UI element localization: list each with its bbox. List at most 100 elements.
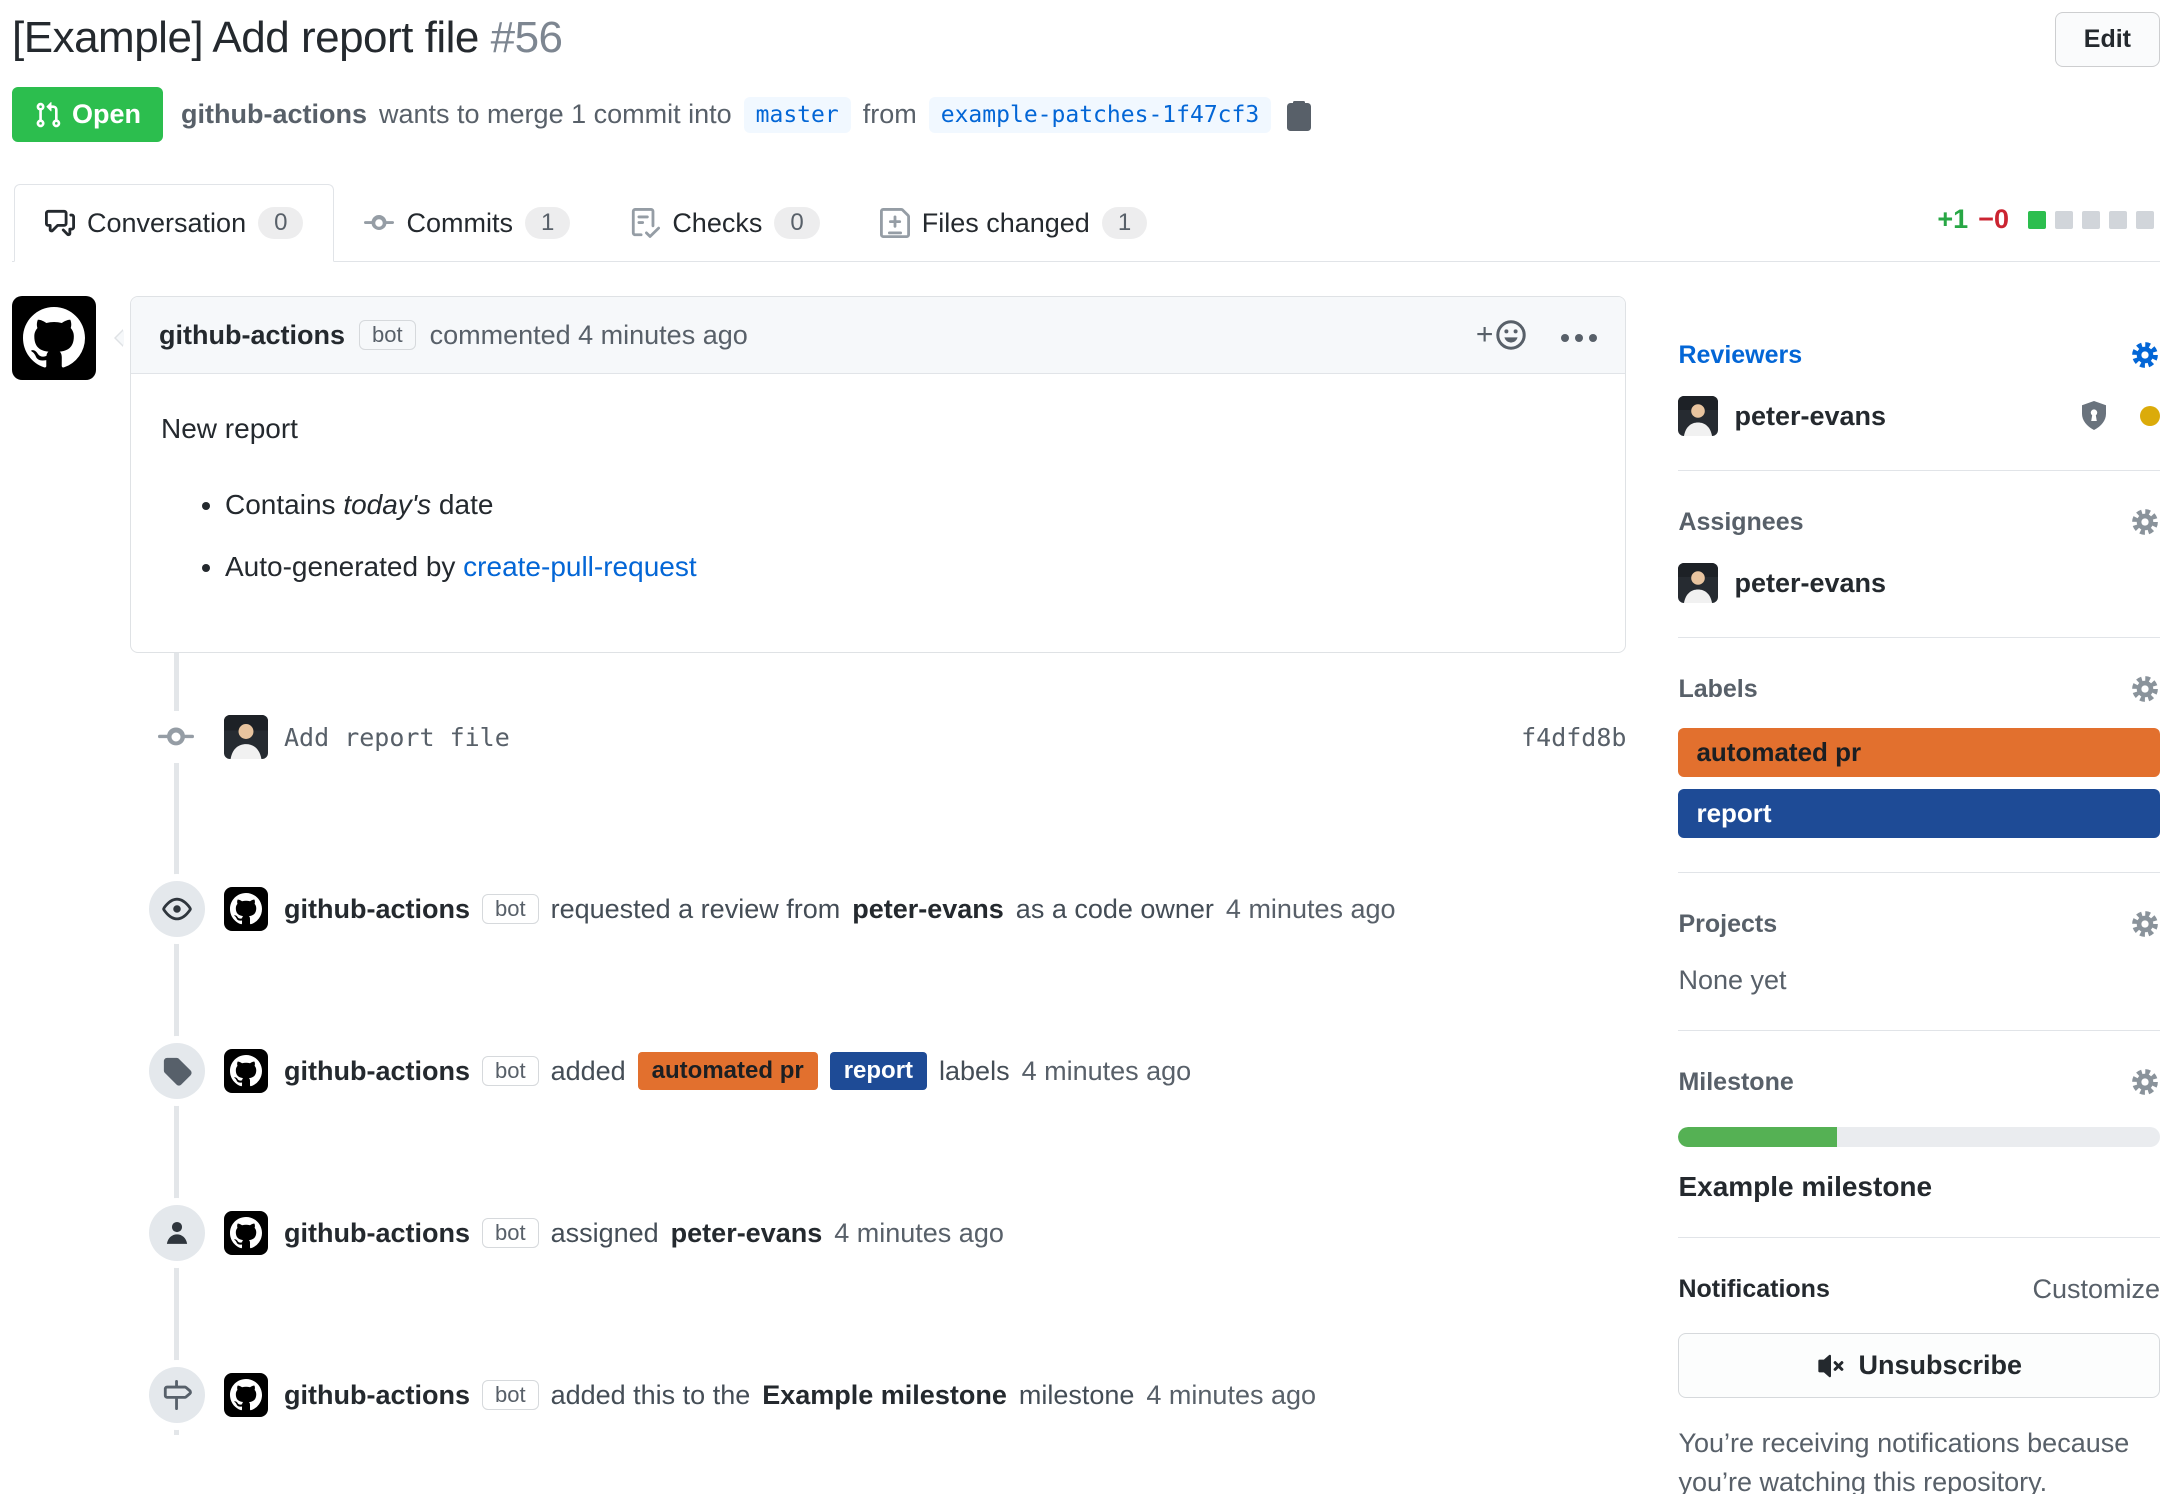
tab-count: 0 bbox=[774, 207, 819, 239]
milestone-section: Milestone Example milestone bbox=[1678, 1031, 2160, 1238]
reviewer-name[interactable]: peter-evans bbox=[1734, 401, 1886, 432]
pr-header: [Example] Add report file #56 Edit bbox=[12, 0, 2160, 67]
event-avatar[interactable] bbox=[224, 887, 268, 931]
pr-meta: Open github-actions wants to merge 1 com… bbox=[12, 87, 2160, 142]
tab-label: Conversation bbox=[87, 208, 246, 239]
pull-request-page: [Example] Add report file #56 Edit Open … bbox=[0, 0, 2172, 1494]
projects-empty-text: None yet bbox=[1678, 965, 2160, 996]
reviewers-section: Reviewers peter-evans bbox=[1678, 296, 2160, 471]
gear-icon[interactable] bbox=[2130, 507, 2160, 537]
avatar[interactable] bbox=[1678, 396, 1718, 436]
diff-block bbox=[2109, 211, 2127, 229]
tab-commits[interactable]: Commits 1 bbox=[334, 185, 600, 261]
event-time[interactable]: 4 minutes ago bbox=[1022, 1056, 1192, 1087]
add-reaction-button[interactable]: + bbox=[1476, 319, 1528, 351]
label-automated-pr[interactable]: automated pr bbox=[1678, 728, 2160, 777]
event-text: milestone bbox=[1019, 1380, 1135, 1411]
tab-label: Checks bbox=[672, 208, 762, 239]
pending-review-dot bbox=[2140, 406, 2160, 426]
commit-author-avatar[interactable] bbox=[224, 715, 268, 759]
event-target-milestone[interactable]: Example milestone bbox=[762, 1380, 1007, 1411]
tab-label: Files changed bbox=[922, 208, 1090, 239]
clipboard-copy-icon bbox=[1283, 99, 1315, 131]
tab-count: 1 bbox=[525, 207, 570, 239]
pr-author[interactable]: github-actions bbox=[181, 99, 367, 130]
italic-text: today's bbox=[343, 489, 431, 520]
event-avatar[interactable] bbox=[224, 1211, 268, 1255]
gear-icon[interactable] bbox=[2130, 674, 2160, 704]
event-time[interactable]: 4 minutes ago bbox=[834, 1218, 1004, 1249]
label-automated-pr[interactable]: automated pr bbox=[638, 1052, 818, 1090]
unsubscribe-button[interactable]: Unsubscribe bbox=[1678, 1333, 2160, 1398]
gear-icon[interactable] bbox=[2130, 1067, 2160, 1097]
event-author[interactable]: github-actions bbox=[284, 1218, 470, 1249]
milestone-progress-bar bbox=[1678, 1127, 2160, 1147]
bot-badge: bot bbox=[482, 1056, 539, 1086]
git-commit-icon bbox=[364, 208, 394, 238]
comment-header: github-actions bot commented 4 minutes a… bbox=[131, 297, 1625, 374]
assignee-row: peter-evans bbox=[1678, 563, 2160, 603]
plus-icon: + bbox=[1476, 320, 1494, 350]
event-time[interactable]: 4 minutes ago bbox=[1226, 894, 1396, 925]
bot-badge: bot bbox=[359, 320, 416, 350]
labels-heading: Labels bbox=[1678, 675, 1757, 704]
mute-icon bbox=[1816, 1351, 1846, 1381]
git-pull-request-icon bbox=[34, 101, 62, 129]
conversation-main: github-actions bot commented 4 minutes a… bbox=[12, 296, 1626, 1494]
pr-tabs: Conversation 0 Commits 1 Checks 0 Files … bbox=[12, 184, 2160, 262]
head-branch-label[interactable]: example-patches-1f47cf3 bbox=[929, 97, 1272, 133]
diff-stat: +1 −0 bbox=[1937, 204, 2160, 261]
avatar[interactable] bbox=[1678, 563, 1718, 603]
customize-link[interactable]: Customize bbox=[2032, 1274, 2160, 1305]
event-author[interactable]: github-actions bbox=[284, 894, 470, 925]
event-avatar[interactable] bbox=[224, 1373, 268, 1417]
create-pull-request-link[interactable]: create-pull-request bbox=[463, 551, 696, 582]
kebab-menu-button[interactable] bbox=[1561, 328, 1597, 342]
octocat-icon bbox=[23, 307, 85, 369]
event-author[interactable]: github-actions bbox=[284, 1056, 470, 1087]
event-avatar[interactable] bbox=[224, 1049, 268, 1093]
copy-branch-button[interactable] bbox=[1283, 99, 1315, 131]
state-label: Open bbox=[72, 99, 141, 130]
label-report[interactable]: report bbox=[1678, 789, 2160, 838]
person-icon bbox=[149, 1205, 205, 1261]
commit-message[interactable]: Add report file bbox=[284, 723, 510, 752]
comment-body: New report Contains today's date Auto-ge… bbox=[131, 374, 1625, 652]
eye-icon bbox=[149, 881, 205, 937]
tab-count: 0 bbox=[258, 207, 303, 239]
comment-author-avatar[interactable] bbox=[12, 296, 96, 380]
comment-actions: + bbox=[1476, 319, 1598, 351]
checklist-icon bbox=[630, 208, 660, 238]
label-report[interactable]: report bbox=[830, 1052, 927, 1090]
edit-button[interactable]: Edit bbox=[2055, 12, 2160, 67]
commit-sha[interactable]: f4dfd8b bbox=[1521, 723, 1626, 752]
assignee-name[interactable]: peter-evans bbox=[1734, 568, 1886, 599]
timeline-event-labels-added: github-actions bot added automated pr re… bbox=[12, 1049, 1626, 1093]
projects-heading: Projects bbox=[1678, 910, 1777, 939]
tab-conversation[interactable]: Conversation 0 bbox=[14, 184, 334, 262]
page-title: [Example] Add report file #56 bbox=[12, 12, 563, 65]
pr-title-text: [Example] Add report file bbox=[12, 13, 479, 62]
event-time[interactable]: 4 minutes ago bbox=[1146, 1380, 1316, 1411]
tag-icon bbox=[149, 1043, 205, 1099]
commit-row[interactable]: Add report file f4dfd8b bbox=[12, 653, 1626, 769]
milestone-icon bbox=[149, 1367, 205, 1423]
tab-checks[interactable]: Checks 0 bbox=[600, 185, 849, 261]
comment-author[interactable]: github-actions bbox=[159, 320, 345, 351]
event-author[interactable]: github-actions bbox=[284, 1380, 470, 1411]
reviewers-heading[interactable]: Reviewers bbox=[1678, 341, 1802, 370]
event-target-user[interactable]: peter-evans bbox=[671, 1218, 823, 1249]
gear-icon[interactable] bbox=[2130, 340, 2160, 370]
base-branch-label[interactable]: master bbox=[744, 97, 851, 133]
gear-icon[interactable] bbox=[2130, 909, 2160, 939]
bot-badge: bot bbox=[482, 1218, 539, 1248]
event-text: added bbox=[551, 1056, 626, 1087]
event-text: added this to the bbox=[551, 1380, 751, 1411]
event-target-user[interactable]: peter-evans bbox=[852, 894, 1004, 925]
comment-bullet-1: Contains today's date bbox=[225, 484, 1595, 526]
tab-files-changed[interactable]: Files changed 1 bbox=[850, 185, 1177, 261]
assignees-section: Assignees peter-evans bbox=[1678, 471, 2160, 638]
projects-section: Projects None yet bbox=[1678, 873, 2160, 1031]
from-text: from bbox=[863, 99, 917, 130]
milestone-name-link[interactable]: Example milestone bbox=[1678, 1171, 2160, 1203]
